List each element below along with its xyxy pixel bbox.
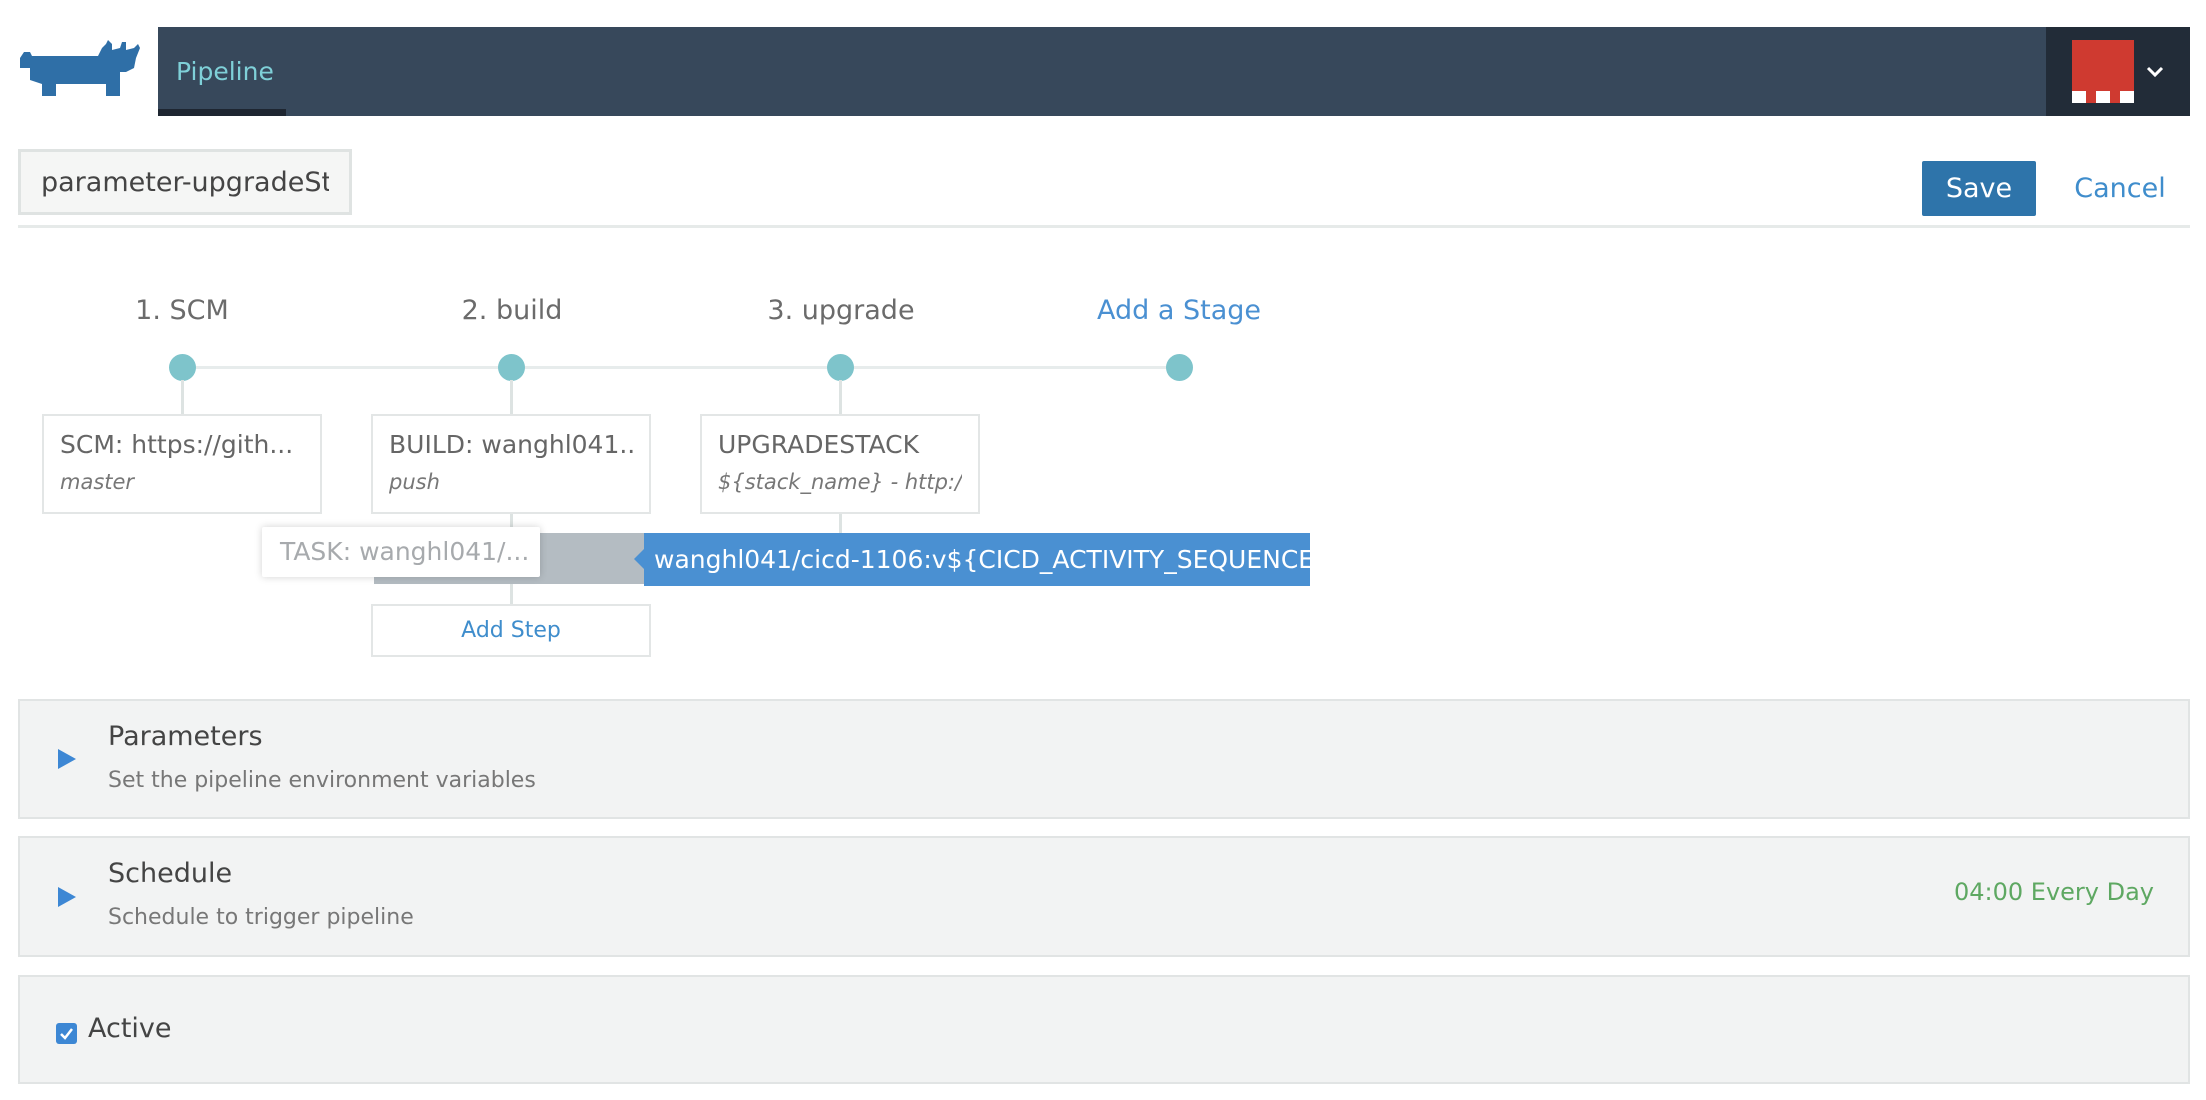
top-navigation-bar: Pipeline [158, 27, 2190, 116]
active-checkbox[interactable] [56, 1023, 77, 1044]
step-card-upgrade[interactable]: UPGRADESTACK ${stack_name} - http:/... [700, 414, 980, 514]
active-panel: Active [18, 975, 2190, 1084]
stage-marker-build [498, 354, 525, 381]
expand-arrow-icon[interactable] [58, 887, 76, 907]
stage-title-scm[interactable]: 1. SCM [52, 295, 312, 326]
expand-arrow-icon[interactable] [58, 749, 76, 769]
divider [18, 225, 2190, 228]
stage-timeline-track [182, 366, 1181, 369]
stage-title-build[interactable]: 2. build [382, 295, 642, 326]
panel-title: Parameters [108, 721, 263, 752]
nav-tab-pipeline[interactable]: Pipeline [158, 27, 286, 116]
panel-title: Schedule [108, 858, 233, 889]
cancel-button[interactable]: Cancel [2062, 161, 2178, 216]
stage-marker-scm [169, 354, 196, 381]
stage-connector [510, 380, 513, 416]
step-subtitle: master [60, 470, 135, 494]
add-step-button[interactable]: Add Step [371, 604, 651, 657]
rancher-logo-icon[interactable] [16, 38, 140, 100]
task-image-tooltip: wanghl041/cicd-1106:v${CICD_ACTIVITY_SEQ… [634, 533, 1330, 586]
add-stage-marker[interactable] [1166, 354, 1193, 381]
step-title: UPGRADESTACK [718, 430, 919, 459]
stage-connector [181, 380, 184, 416]
step-card-build[interactable]: BUILD: wanghl041... push [371, 414, 651, 514]
pipeline-name-input[interactable] [18, 149, 352, 215]
step-card-scm[interactable]: SCM: https://gith... master [42, 414, 322, 514]
step-title: SCM: https://gith... [60, 430, 294, 459]
save-button[interactable]: Save [1922, 161, 2036, 216]
schedule-panel[interactable]: Schedule Schedule to trigger pipeline 04… [18, 836, 2190, 957]
add-stage-link[interactable]: Add a Stage [1049, 295, 1309, 326]
nav-tab-label: Pipeline [176, 57, 274, 86]
chevron-down-icon[interactable] [2143, 60, 2167, 84]
active-tab-indicator [158, 109, 286, 116]
step-subtitle: ${stack_name} - http:/... [718, 470, 962, 494]
stage-connector [839, 380, 842, 416]
panel-description: Schedule to trigger pipeline [108, 905, 414, 930]
stage-marker-upgrade [827, 354, 854, 381]
stage-title-upgrade[interactable]: 3. upgrade [711, 295, 971, 326]
panel-description: Set the pipeline environment variables [108, 768, 536, 793]
avatar[interactable] [2072, 40, 2134, 103]
active-label[interactable]: Active [88, 1013, 172, 1044]
dragging-task-card[interactable]: TASK: wanghl041/... [262, 527, 540, 577]
step-title: BUILD: wanghl041... [389, 430, 633, 459]
schedule-value: 04:00 Every Day [1953, 878, 2154, 906]
parameters-panel[interactable]: Parameters Set the pipeline environment … [18, 699, 2190, 819]
user-menu[interactable] [2046, 27, 2190, 116]
step-subtitle: push [389, 470, 440, 494]
